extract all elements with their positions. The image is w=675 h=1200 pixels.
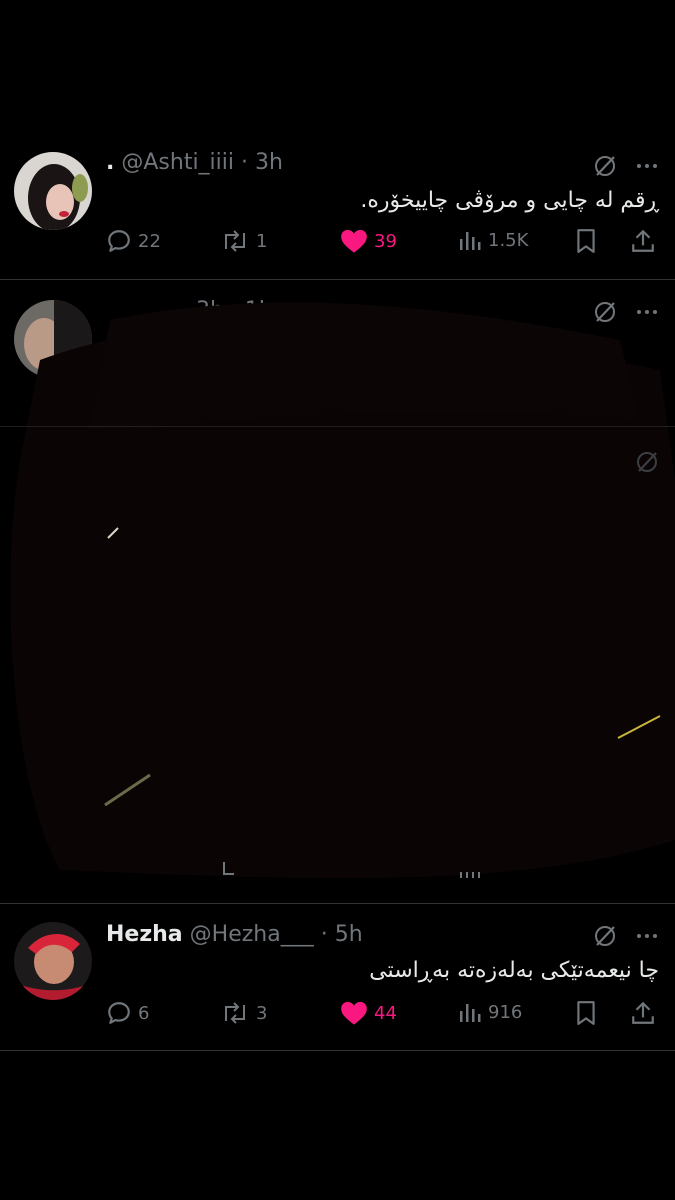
like-button[interactable]: 39 <box>340 228 397 254</box>
tweet-header: Hezha @Hezha___ · 5h <box>106 922 363 947</box>
separator: · <box>320 922 328 947</box>
grok-slash-icon[interactable] <box>635 450 659 474</box>
retweet-count: 3 <box>256 1002 268 1024</box>
like-count: 44 <box>374 1002 397 1024</box>
bookmark-button[interactable] <box>574 1000 598 1026</box>
reply-button[interactable]: 22 <box>106 228 161 254</box>
retweet-count: 1 <box>256 230 268 252</box>
timestamp[interactable]: 3h <box>255 150 283 175</box>
share-button[interactable] <box>630 1000 656 1026</box>
grok-slash-icon[interactable] <box>593 154 617 178</box>
like-count: 39 <box>374 230 397 252</box>
more-dots-icon[interactable] <box>635 924 659 948</box>
heart-icon <box>340 228 368 254</box>
reply-button[interactable]: 6 <box>106 1000 149 1026</box>
divider <box>0 1050 675 1051</box>
retweet-icon <box>220 228 250 254</box>
views-count: 1.5K <box>488 229 529 251</box>
reply-count: 22 <box>138 230 161 252</box>
bookmark-icon <box>574 228 598 254</box>
avatar[interactable] <box>14 152 92 230</box>
views-button[interactable]: 1.5K <box>458 228 528 252</box>
tweet-text: چا نیعمەتێکی بەلەزەتە بەڕاستی <box>369 958 659 983</box>
reply-bubble-icon <box>106 1000 132 1026</box>
avatar[interactable] <box>14 922 92 1000</box>
reply-bubble-icon <box>106 228 132 254</box>
handle[interactable]: @Ashti_iiii <box>121 150 234 175</box>
retweet-icon <box>220 1000 250 1026</box>
redaction-scribble <box>10 302 675 879</box>
tweet-header: . @Ashti_iiii · 3h <box>106 150 283 175</box>
tweet-2-obscured[interactable]: 3h · 1h 348 <box>0 280 675 900</box>
retweet-button[interactable]: 1 <box>220 228 267 254</box>
separator: · <box>241 150 249 175</box>
timestamp[interactable]: 5h <box>335 922 363 947</box>
grok-slash-icon[interactable] <box>593 924 617 948</box>
retweet-button[interactable]: 3 <box>220 1000 267 1026</box>
views-button[interactable]: 916 <box>458 1000 522 1024</box>
share-icon <box>630 1000 656 1026</box>
views-count: 916 <box>488 1001 523 1023</box>
display-name[interactable]: . <box>106 150 114 175</box>
views-bars-icon <box>458 1000 482 1024</box>
more-dots-icon[interactable] <box>635 154 659 178</box>
heart-icon <box>340 1000 368 1026</box>
tweet-1[interactable]: . @Ashti_iiii · 3h ڕقم لە چایی و مرۆڤی چ… <box>0 140 675 280</box>
action-bar: 22 1 39 1.5K <box>106 228 659 262</box>
reply-count: 6 <box>138 1002 150 1024</box>
bookmark-icon <box>574 1000 598 1026</box>
divider <box>0 426 675 427</box>
share-button[interactable] <box>630 228 656 254</box>
tweet-3[interactable]: Hezha @Hezha___ · 5h چا نیعمەتێکی بەلەزە… <box>0 904 675 1050</box>
display-name[interactable]: Hezha <box>106 922 183 947</box>
views-bars-icon <box>460 872 482 880</box>
action-bar: 6 3 44 916 <box>106 1000 659 1034</box>
handle[interactable]: @Hezha___ <box>190 922 314 947</box>
share-icon <box>630 228 656 254</box>
like-button[interactable]: 44 <box>340 1000 397 1026</box>
bookmark-button[interactable] <box>574 228 598 254</box>
retweet-icon <box>220 860 240 880</box>
views-bars-icon <box>458 228 482 252</box>
tweet-text: ڕقم لە چایی و مرۆڤی چاییخۆرە. <box>360 188 659 213</box>
